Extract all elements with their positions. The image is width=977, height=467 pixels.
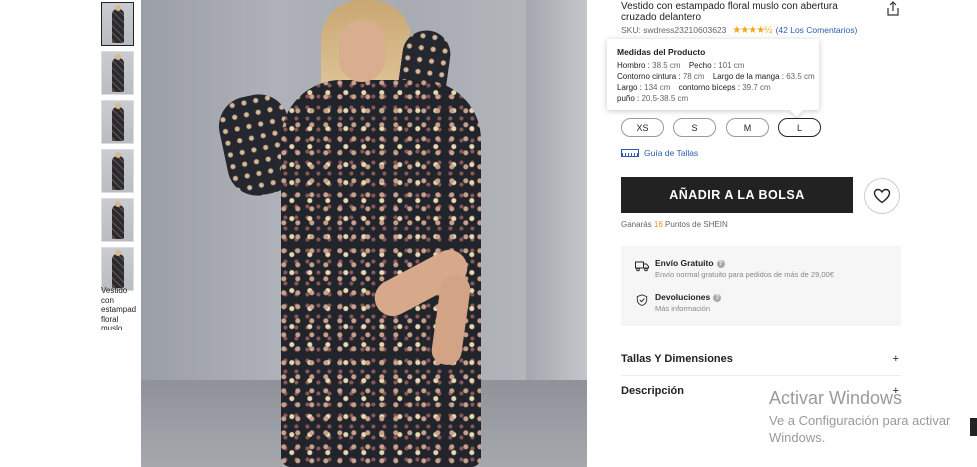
- help-icon[interactable]: ?: [713, 293, 722, 302]
- points-text: Ganarás 16 Puntos de SHEIN: [621, 220, 728, 229]
- thumbnail-3[interactable]: [101, 100, 134, 144]
- description-title: Descripción: [621, 385, 684, 397]
- sizes-dimensions-section[interactable]: Tallas Y Dimensiones +: [621, 353, 901, 365]
- measurement-label: Largo :: [617, 83, 645, 92]
- section-divider: [621, 375, 901, 376]
- size-guide-link[interactable]: Guía de Tallas: [621, 148, 698, 158]
- sku-label: SKU: swdress23210603623: [621, 25, 727, 35]
- size-option-s[interactable]: S: [673, 118, 716, 137]
- expand-icon[interactable]: +: [893, 353, 899, 365]
- measurements-tooltip: Medidas del Producto Hombro : 38.5 cm Pe…: [607, 39, 821, 117]
- thumbnail-caption: Vestido con estampado floral muslo: [101, 286, 136, 330]
- returns-label: Devoluciones: [655, 292, 711, 302]
- thumbnail-list: [101, 2, 134, 296]
- reviews-link[interactable]: (42 Los Comentarios): [776, 25, 858, 35]
- measurement-value: 101 cm: [718, 61, 745, 70]
- measurement-value: 38.5 cm: [652, 61, 681, 70]
- measurement-row: Largo : 134 cm contorno bíceps : 39.7 cm: [617, 83, 777, 92]
- thumbnail-4[interactable]: [101, 149, 134, 193]
- add-to-bag-button[interactable]: AÑADIR A LA BOLSA: [621, 177, 853, 213]
- measurement-label: puño :: [617, 94, 642, 103]
- scrollbar-thumb[interactable]: [970, 418, 977, 436]
- help-icon[interactable]: ?: [716, 259, 725, 268]
- thumbnail-5[interactable]: [101, 198, 134, 242]
- measurement-label: Largo de la manga :: [712, 72, 787, 81]
- thumbnail-1[interactable]: [101, 2, 134, 46]
- size-option-l[interactable]: L: [778, 118, 821, 137]
- watermark-line-2: Ve a Configuración para activar: [769, 413, 951, 428]
- free-shipping-label: Envío Gratuito: [655, 258, 714, 268]
- points-suffix: Puntos de SHEIN: [662, 220, 728, 229]
- heart-icon: [873, 188, 891, 204]
- measurement-value: 63.5 cm: [786, 72, 815, 81]
- measurement-label: Pecho :: [688, 61, 719, 70]
- rating-stars-icon: ★★★★½: [732, 25, 772, 36]
- measurements-title: Medidas del Producto: [617, 47, 706, 57]
- sizes-dimensions-title: Tallas Y Dimensiones: [621, 353, 733, 365]
- truck-icon: [635, 261, 649, 272]
- measurement-row: Contorno cintura : 78 cm Largo de la man…: [617, 72, 821, 81]
- size-option-m[interactable]: M: [726, 118, 769, 137]
- watermark-line-3: Windows.: [769, 430, 826, 445]
- ruler-icon: [621, 149, 639, 157]
- measurement-value: 39.7 cm: [742, 83, 771, 92]
- share-icon[interactable]: [885, 1, 901, 17]
- returns-link[interactable]: Más información: [655, 304, 710, 313]
- sku-line: SKU: swdress23210603623 ★★★★½ (42 Los Come…: [621, 25, 857, 36]
- watermark-line-1: Activar Windows: [769, 388, 903, 408]
- size-option-xs[interactable]: XS: [621, 118, 664, 137]
- windows-activation-watermark: Activar Windows Ve a Configuración para …: [769, 388, 950, 446]
- measurement-label: Hombro :: [617, 61, 653, 70]
- measurement-value: 78 cm: [682, 72, 705, 81]
- free-shipping-title: Envío Gratuito?: [655, 258, 725, 268]
- main-product-image[interactable]: [141, 0, 587, 467]
- points-value: 16: [653, 220, 663, 229]
- size-guide-label: Guía de Tallas: [644, 148, 699, 158]
- wishlist-button[interactable]: [864, 178, 900, 214]
- measurement-row: Hombro : 38.5 cm Pecho : 101 cm: [617, 61, 750, 70]
- returns-title: Devoluciones?: [655, 292, 722, 302]
- thumbnail-6[interactable]: [101, 247, 134, 291]
- measurement-label: Contorno cintura :: [617, 72, 683, 81]
- measurement-row: puño : 20.5-38.5 cm: [617, 94, 694, 103]
- shield-check-icon: [636, 294, 648, 306]
- product-title: Vestido con estampado floral muslo con a…: [621, 1, 838, 23]
- measurement-label: contorno bíceps :: [678, 83, 743, 92]
- tooltip-caret: [790, 104, 803, 117]
- measurement-value: 134 cm: [644, 83, 671, 92]
- thumbnail-2[interactable]: [101, 51, 134, 95]
- points-prefix: Ganarás: [621, 220, 654, 229]
- measurement-value: 20.5-38.5 cm: [641, 94, 689, 103]
- shipping-info-box: Envío Gratuito? Envío normal gratuito pa…: [621, 246, 901, 326]
- free-shipping-desc: Envío normal gratuito para pedidos de má…: [655, 270, 834, 279]
